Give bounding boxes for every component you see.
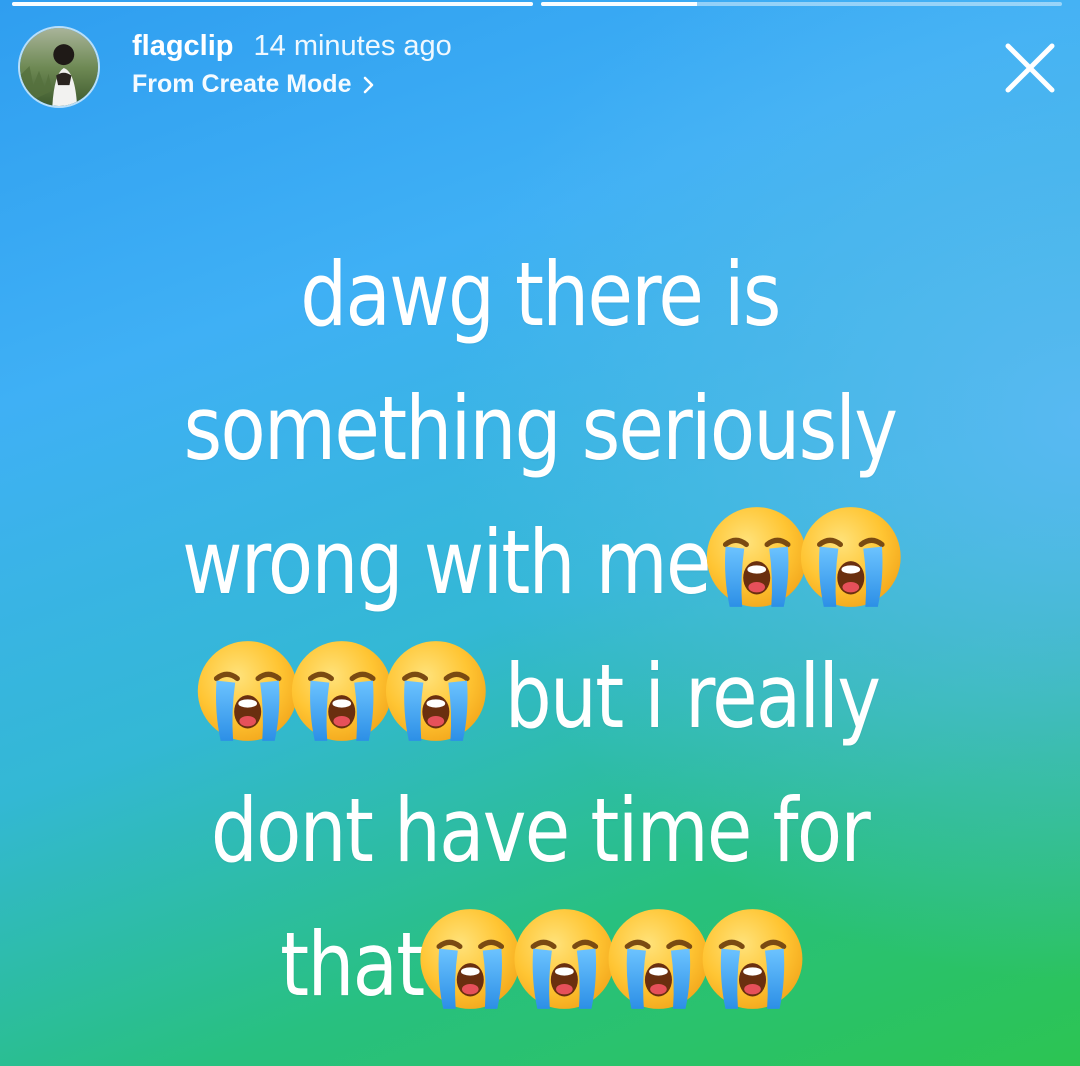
loudly-crying-face-icon [799,505,903,609]
story-text-line: that [137,898,943,1032]
story-text-line-5: dont have time for [210,779,871,882]
chevron-right-icon [364,76,374,93]
progress-segment-fill [541,2,698,6]
story-text-line-4: but i really [504,645,881,748]
loudly-crying-face-icon [384,639,488,743]
loudly-crying-face-icon [419,907,523,1011]
profile-photo-icon [20,28,98,106]
meta-line-1: flagclip 14 minutes ago [132,28,452,64]
loudly-crying-face-icon [607,907,711,1011]
loudly-crying-face-icon [513,907,617,1011]
story-text-line: wrong with me [137,496,943,630]
story-text-line: but i really [137,630,943,764]
loudly-crying-face-icon [290,639,394,743]
story-text-line: dawg there is [137,228,943,362]
loudly-crying-face-icon [196,639,300,743]
story-text-line: dont have time for [137,764,943,898]
close-icon[interactable] [1000,38,1060,98]
story-text-line-1: dawg there is [300,243,781,346]
story-text-line-6: that [280,913,425,1016]
story-meta: flagclip 14 minutes ago From Create Mode [132,28,452,99]
story-text-line-3: wrong with me [182,511,711,614]
loudly-crying-face-icon [705,505,809,609]
create-mode-label: From Create Mode [132,70,352,98]
story-viewer[interactable]: flagclip 14 minutes ago From Create Mode… [0,0,1080,1066]
loudly-crying-face-icon [701,907,805,1011]
story-text: dawg there is something seriously wrong … [137,228,943,1032]
progress-segment [541,2,1062,6]
story-text-line-2: something seriously [183,377,898,480]
create-mode-link[interactable]: From Create Mode [132,70,452,99]
timestamp: 14 minutes ago [253,30,452,62]
story-header: flagclip 14 minutes ago From Create Mode [18,24,1062,114]
progress-segment-fill [12,2,533,6]
progress-segment [12,2,533,6]
avatar[interactable] [18,26,100,108]
story-text-line: something seriously [137,362,943,496]
story-progress-bar [12,2,1062,7]
username[interactable]: flagclip [132,28,234,64]
